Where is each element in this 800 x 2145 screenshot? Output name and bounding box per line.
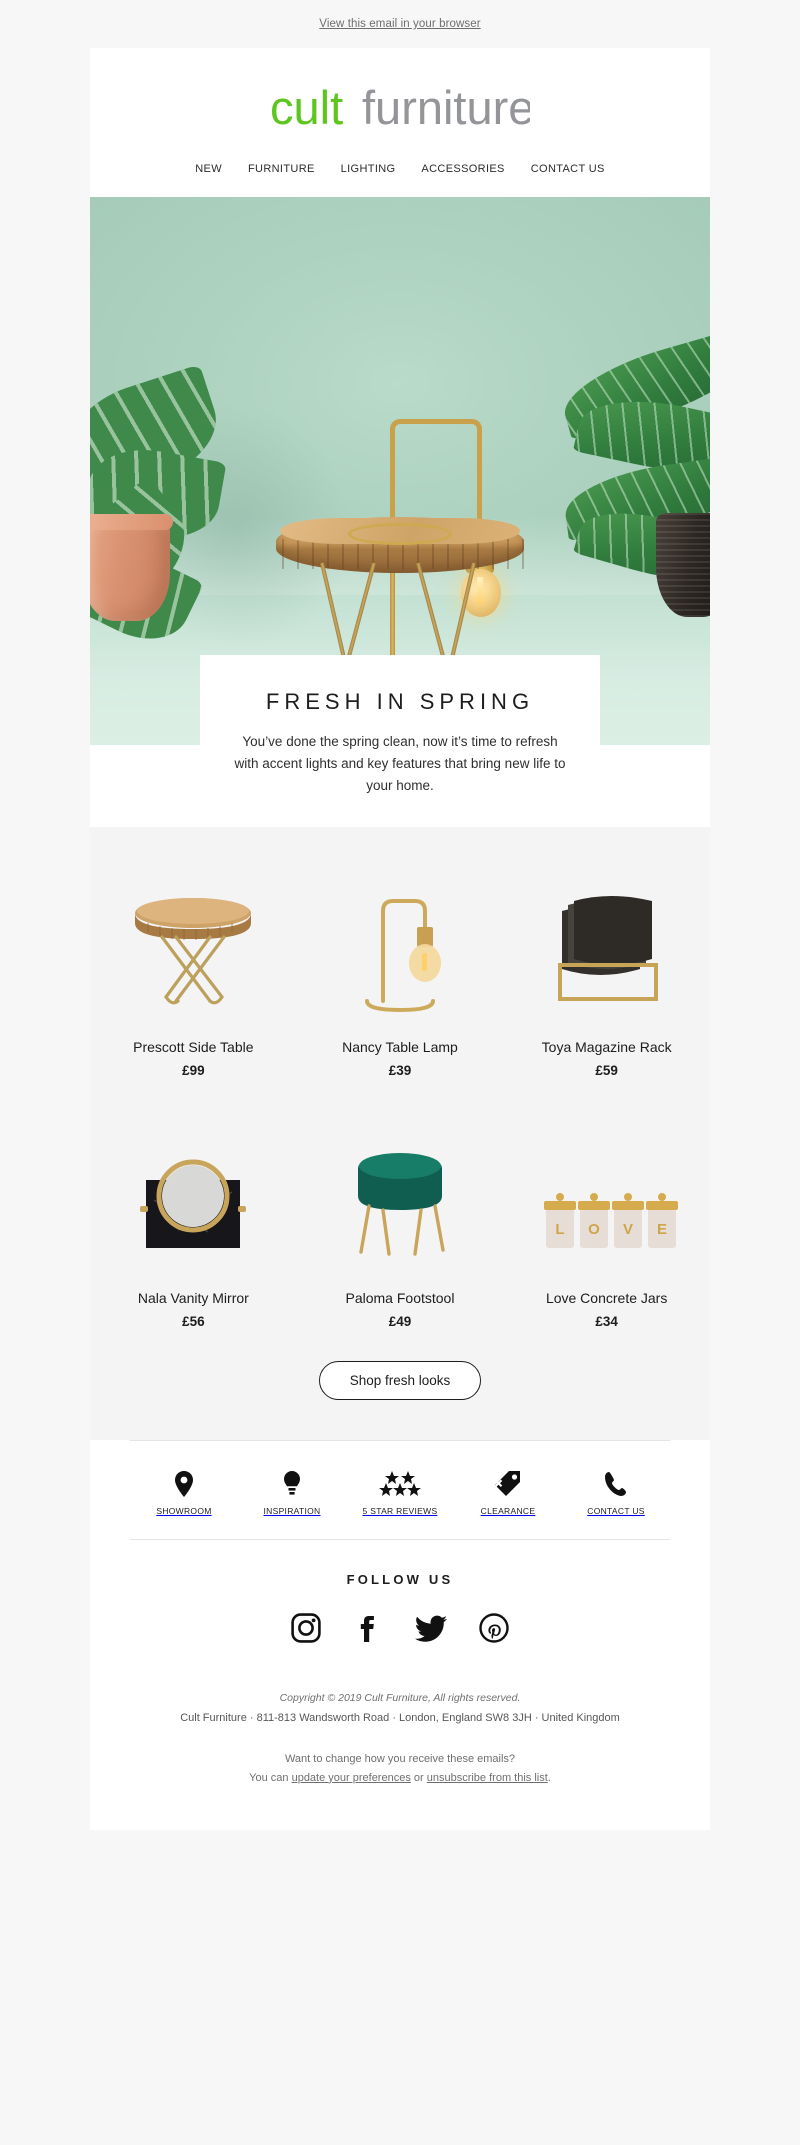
svg-text:L: L xyxy=(555,1221,564,1238)
follow-us-title: FOLLOW US xyxy=(346,1571,454,1587)
product-card-love-concrete-jars[interactable]: L O V E Love Concrete Jars £34 xyxy=(503,1104,710,1355)
footer-link-showroom[interactable]: SHOWROOM xyxy=(130,1467,238,1519)
product-grid: Prescott Side Table £99 Nancy Table Lamp… xyxy=(90,826,710,1355)
legal-section: Copyright © 2019 Cult Furniture, All rig… xyxy=(130,1678,670,1730)
headline-body: You’ve done the spring clean, now it’s t… xyxy=(234,734,566,793)
svg-text:V: V xyxy=(623,1221,633,1238)
brand-logo[interactable]: cult furniture xyxy=(270,82,530,138)
footer-link-clearance[interactable]: CLEARANCE xyxy=(454,1467,562,1519)
monstera-plant xyxy=(90,347,274,677)
instagram-link[interactable] xyxy=(291,1612,321,1648)
prefs-question: Want to change how you receive these ema… xyxy=(284,1752,516,1765)
nav-item-lighting[interactable]: LIGHTING xyxy=(341,163,396,175)
cta-section: Shop fresh looks xyxy=(90,1354,710,1440)
product-price: £59 xyxy=(595,1062,618,1078)
svg-text:O: O xyxy=(588,1221,600,1238)
product-card-nancy-table-lamp[interactable]: Nancy Table Lamp £39 xyxy=(297,853,504,1104)
footer-link-label: CONTACT US xyxy=(587,1505,645,1516)
footer: SHOWROOM INSPIRATION 5 STAR REVIEWS CLEA… xyxy=(90,1439,710,1831)
product-image-brass-table-lamp xyxy=(307,861,494,1021)
location-pin-icon xyxy=(130,1467,238,1501)
product-name: Paloma Footstool xyxy=(345,1289,455,1306)
lightbulb-icon xyxy=(238,1467,346,1501)
footer-link-5-star-reviews[interactable]: 5 STAR REVIEWS xyxy=(346,1467,454,1519)
product-image-green-velvet-footstool xyxy=(307,1112,494,1272)
shop-fresh-looks-button[interactable]: Shop fresh looks xyxy=(318,1360,482,1400)
product-image-marble-vanity-mirror xyxy=(100,1112,287,1272)
product-image-leather-magazine-rack xyxy=(513,861,700,1021)
terracotta-pot xyxy=(90,514,173,621)
product-card-paloma-footstool[interactable]: Paloma Footstool £49 xyxy=(297,1104,504,1355)
footer-link-label: INSPIRATION xyxy=(263,1505,321,1516)
logo-cult-text: cult xyxy=(270,82,343,134)
dark-pot xyxy=(656,513,710,617)
phone-icon xyxy=(562,1467,670,1501)
prefs-prefix: You can xyxy=(249,1771,292,1784)
lamp-base-ring xyxy=(348,523,452,545)
cultfurniture-wordmark-icon: cult furniture xyxy=(270,82,530,134)
footer-service-links: SHOWROOM INSPIRATION 5 STAR REVIEWS CLEA… xyxy=(130,1441,670,1539)
instagram-icon xyxy=(291,1612,321,1643)
update-preferences-link[interactable]: update your preferences xyxy=(292,1772,411,1784)
preheader-bar: View this email in your browser xyxy=(0,0,800,48)
follow-us-section: FOLLOW US xyxy=(130,1540,670,1678)
footer-link-contact-us[interactable]: CONTACT US xyxy=(562,1467,670,1519)
product-row-2: Nala Vanity Mirror £56 Paloma Footstool … xyxy=(90,1104,710,1355)
address-text: Cult Furniture · 811-813 Wandsworth Road… xyxy=(180,1711,620,1724)
preferences-section: Want to change how you receive these ema… xyxy=(130,1730,670,1831)
svg-text:E: E xyxy=(657,1221,667,1238)
product-card-prescott-side-table[interactable]: Prescott Side Table £99 xyxy=(90,853,297,1104)
social-links xyxy=(130,1587,670,1678)
product-name: Nala Vanity Mirror xyxy=(137,1289,249,1306)
view-in-browser-link[interactable]: View this email in your browser xyxy=(319,18,480,30)
unsubscribe-link[interactable]: unsubscribe from this list xyxy=(427,1772,548,1784)
facebook-link[interactable] xyxy=(353,1613,383,1648)
footer-link-label: SHOWROOM xyxy=(156,1505,212,1516)
logo-header: cult furniture xyxy=(90,48,710,147)
headline-title: FRESH IN SPRING xyxy=(265,689,535,714)
product-name: Toya Magazine Rack xyxy=(541,1038,672,1055)
product-card-nala-vanity-mirror[interactable]: Nala Vanity Mirror £56 xyxy=(90,1104,297,1355)
twitter-icon xyxy=(415,1615,447,1642)
nav-item-furniture[interactable]: FURNITURE xyxy=(248,163,315,175)
copyright-text: Copyright © 2019 Cult Furniture, All rig… xyxy=(279,1691,521,1704)
product-name: Love Concrete Jars xyxy=(545,1289,668,1306)
product-name: Nancy Table Lamp xyxy=(342,1038,458,1055)
product-price: £56 xyxy=(182,1313,205,1329)
prefs-middle: or xyxy=(410,1771,427,1784)
nav-item-contact-us[interactable]: CONTACT US xyxy=(531,163,605,175)
prefs-suffix: . xyxy=(547,1771,551,1784)
main-nav: NEW FURNITURE LIGHTING ACCESSORIES CONTA… xyxy=(90,147,710,197)
product-image-wood-slab-side-table xyxy=(100,861,287,1021)
pinterest-icon xyxy=(479,1612,509,1643)
product-price: £49 xyxy=(388,1313,412,1329)
product-row-1: Prescott Side Table £99 Nancy Table Lamp… xyxy=(90,853,710,1104)
nav-item-new[interactable]: NEW xyxy=(195,163,222,175)
five-stars-icon xyxy=(346,1467,454,1501)
footer-link-inspiration[interactable]: INSPIRATION xyxy=(238,1467,346,1519)
footer-link-label: 5 STAR REVIEWS xyxy=(362,1505,438,1516)
logo-furniture-text: furniture xyxy=(362,82,530,134)
price-tag-icon xyxy=(454,1467,562,1501)
pinterest-link[interactable] xyxy=(479,1612,509,1648)
product-price: £39 xyxy=(388,1062,412,1078)
footer-link-label: CLEARANCE xyxy=(480,1505,536,1516)
product-name: Prescott Side Table xyxy=(133,1038,254,1055)
product-card-toya-magazine-rack[interactable]: Toya Magazine Rack £59 xyxy=(503,853,710,1104)
product-price: £34 xyxy=(595,1313,618,1329)
email-container: cult furniture NEW FURNITURE LIGHTING AC… xyxy=(90,48,710,1831)
prefs-line: You can update your preferences or unsub… xyxy=(130,1769,670,1788)
headline-card: FRESH IN SPRING You’ve done the spring c… xyxy=(200,655,600,827)
nav-item-accessories[interactable]: ACCESSORIES xyxy=(421,163,504,175)
product-image-love-concrete-jars: L O V E xyxy=(513,1112,700,1272)
twitter-link[interactable] xyxy=(415,1613,447,1648)
facebook-icon xyxy=(360,1615,374,1642)
product-price: £99 xyxy=(182,1062,205,1078)
